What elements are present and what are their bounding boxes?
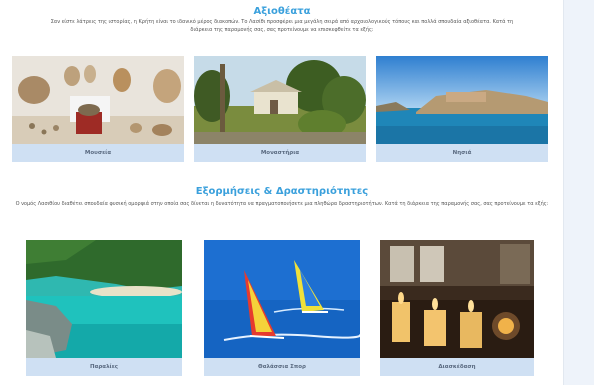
museum-pottery-image [12,56,184,144]
sights-description: Σαν είστε λάτρεις της ιστορίας, η Κρήτη … [50,19,514,33]
card-islands[interactable]: Νησιά [376,56,548,162]
card-monasteries-label: Μοναστήρια [194,144,366,162]
windsurf-image [204,240,360,358]
dining-candles-image [380,240,534,358]
island-fortress-image [376,56,548,144]
card-entertainment-label: Διασκέδαση [380,358,534,376]
monastery-image [194,56,366,144]
beach-image [26,240,182,358]
card-water-sports-label: Θαλάσσια Σπορ [204,358,360,376]
card-beaches-label: Παραλίες [26,358,182,376]
card-entertainment[interactable]: Διασκέδαση [380,240,534,376]
card-islands-label: Νησιά [376,144,548,162]
card-monasteries[interactable]: Μοναστήρια [194,56,366,162]
activities-section-title: Εξορμήσεις & Δραστηριότητες [195,186,369,197]
card-museums-label: Μουσεία [12,144,184,162]
sights-section-title: Αξιοθέατα [253,6,311,17]
card-beaches[interactable]: Παραλίες [26,240,182,376]
card-water-sports[interactable]: Θαλάσσια Σπορ [204,240,360,376]
right-margin-panel [563,0,594,385]
activities-description: Ο νομός Λασιθίου διαθέτει σπουδαία φυσικ… [15,201,549,207]
card-museums[interactable]: Μουσεία [12,56,184,162]
